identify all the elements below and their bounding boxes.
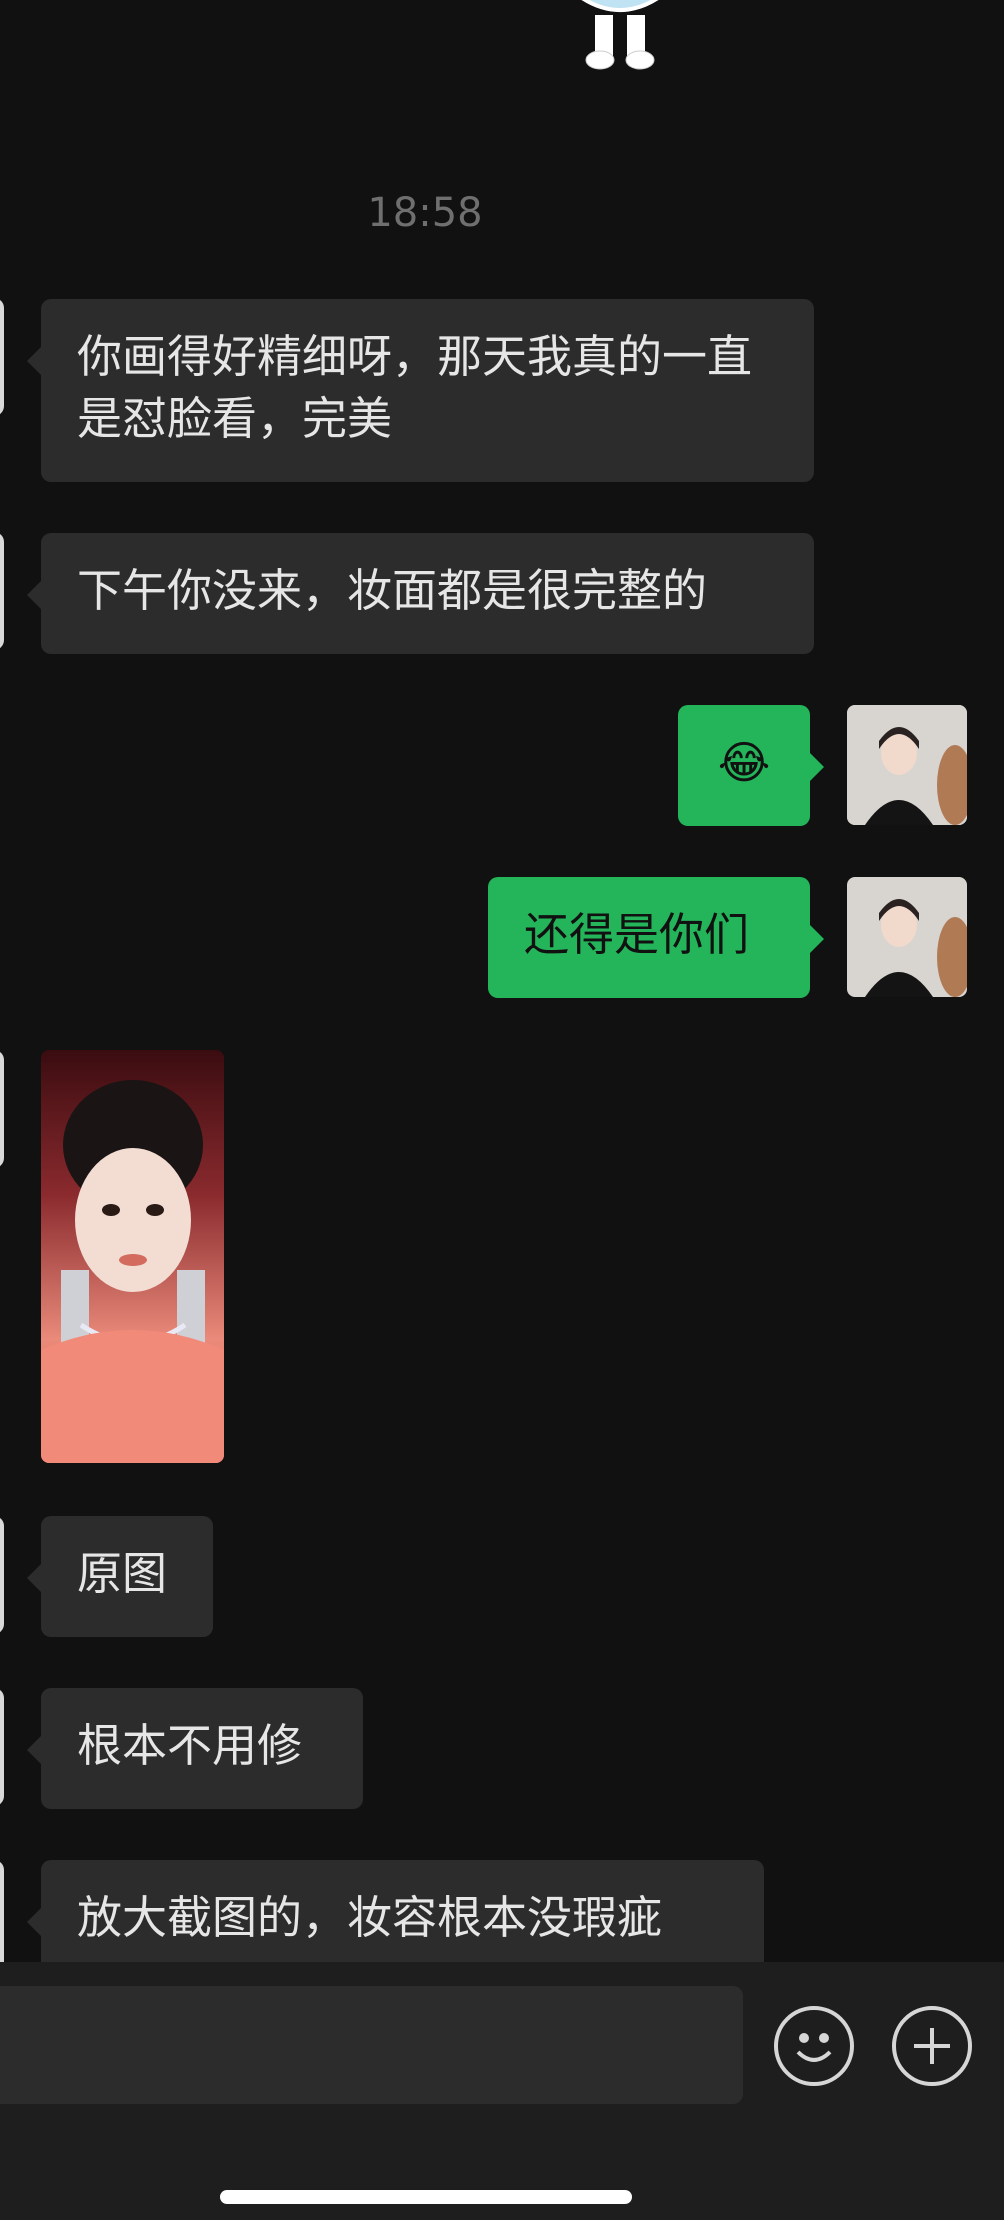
- message-emoji: 😂: [717, 736, 771, 789]
- message-bubble[interactable]: 还得是你们: [488, 877, 824, 998]
- message-text: 放大截图的，妆容根本没瑕疵: [77, 1891, 663, 1944]
- photo-message[interactable]: [41, 1050, 224, 1463]
- contact-avatar[interactable]: [0, 1516, 4, 1634]
- message-text: 还得是你们: [524, 908, 750, 961]
- message-bubble[interactable]: 放大截图的，妆容根本没瑕疵: [27, 1860, 764, 1962]
- message-text: 下午你没来，妆面都是很完整的: [77, 564, 708, 617]
- message-bubble[interactable]: 根本不用修: [27, 1688, 363, 1809]
- message-bubble[interactable]: 你画得好精细呀，那天我真的一直是怼脸看，完美: [27, 299, 814, 482]
- contact-avatar[interactable]: [0, 1688, 4, 1806]
- chat-input-bar: [0, 1962, 1004, 2220]
- user-avatar[interactable]: [847, 705, 967, 825]
- message-timestamp: 18:58: [367, 190, 483, 236]
- message-bubble[interactable]: 😂: [678, 705, 824, 826]
- contact-avatar[interactable]: [0, 532, 4, 650]
- user-avatar[interactable]: [847, 877, 967, 997]
- sticker-image[interactable]: [500, 0, 740, 115]
- message-text: 根本不用修: [77, 1719, 303, 1772]
- message-bubble[interactable]: 下午你没来，妆面都是很完整的: [27, 533, 814, 654]
- message-input[interactable]: [0, 1986, 743, 2104]
- contact-avatar[interactable]: [0, 298, 4, 416]
- message-bubble[interactable]: 原图: [27, 1516, 213, 1637]
- contact-avatar[interactable]: [0, 1050, 4, 1168]
- emoji-button[interactable]: [774, 2006, 854, 2086]
- chat-area[interactable]: 18:58 你画得好精细呀，那天我真的一直是怼脸看，完美 下午你没来，妆面都是很…: [0, 0, 1004, 1962]
- contact-avatar[interactable]: [0, 1860, 4, 1962]
- message-text: 你画得好精细呀，那天我真的一直是怼脸看，完美: [77, 330, 753, 445]
- smile-face-icon: [796, 2033, 832, 2062]
- add-button[interactable]: [892, 2006, 972, 2086]
- home-indicator[interactable]: [220, 2190, 632, 2204]
- message-text: 原图: [77, 1547, 168, 1600]
- plus-circle-icon: [914, 2028, 950, 2064]
